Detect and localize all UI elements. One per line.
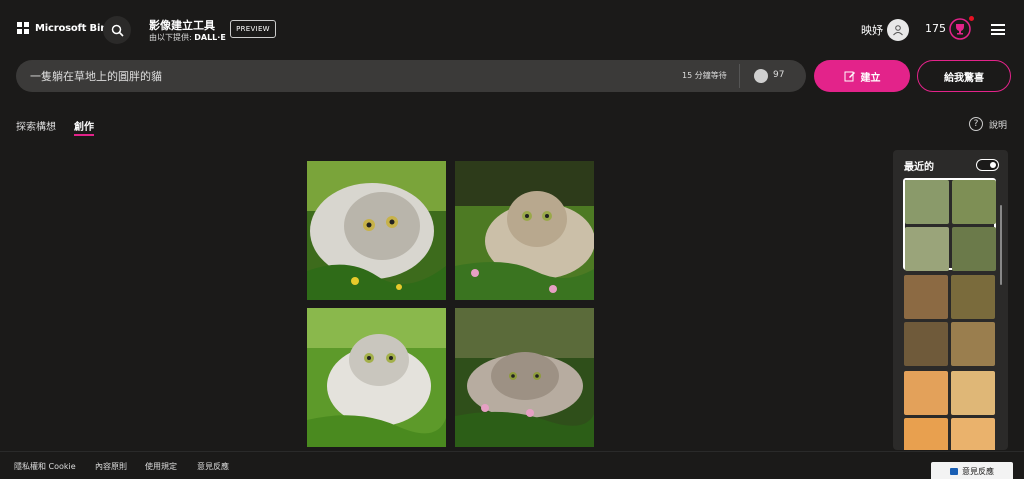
hamburger-menu-icon[interactable]: [991, 24, 1005, 35]
recent-toggle[interactable]: [976, 159, 999, 171]
prompt-input[interactable]: [30, 60, 630, 92]
tab-creations[interactable]: 創作: [74, 118, 94, 133]
cat-on-grass-image: [455, 308, 594, 447]
recent-panel: 最近的: [893, 150, 1008, 450]
create-pencil-icon: [844, 71, 855, 82]
feedback-link[interactable]: 意見反應: [197, 461, 229, 472]
cat-on-grass-image: [307, 308, 446, 447]
privacy-cookies-link[interactable]: 隱私權和 Cookie: [14, 461, 76, 472]
search-icon: [111, 24, 124, 37]
recent-thumbnail: [904, 275, 948, 319]
rewards-trophy-icon[interactable]: [948, 17, 972, 41]
recent-set-2[interactable]: [903, 274, 996, 366]
recent-thumbnail: [951, 371, 995, 415]
recent-thumbnail: [952, 227, 996, 271]
create-button[interactable]: 建立: [814, 60, 910, 92]
prompt-bar: 15 分鐘等待 97: [16, 60, 806, 92]
recent-title: 最近的: [904, 162, 934, 173]
notification-dot: [969, 16, 974, 21]
content-policy-link[interactable]: 內容原則: [95, 461, 127, 472]
user-name[interactable]: 映妤: [861, 22, 883, 38]
preview-badge: PREVIEW: [230, 20, 276, 38]
recent-thumbnail: [951, 275, 995, 319]
tab-explore-ideas[interactable]: 探索構想: [16, 118, 56, 133]
search-button[interactable]: [103, 16, 131, 44]
user-avatar-icon[interactable]: [887, 19, 909, 41]
help-question-icon: ?: [969, 117, 983, 131]
help-label: 說明: [989, 120, 1008, 131]
footer: 隱私權和 Cookie 內容原則 使用規定 意見反應 意見反應: [0, 451, 1024, 479]
recent-thumbnail: [905, 180, 949, 224]
help-link[interactable]: ? 說明: [969, 117, 1007, 131]
provider-prefix: 由以下提供:: [149, 33, 192, 42]
provider-name: DALL·E: [194, 33, 226, 42]
generated-image-1[interactable]: [307, 161, 446, 300]
app-title: 影像建立工具: [149, 19, 215, 32]
generated-image-3[interactable]: [307, 308, 446, 447]
divider: [739, 64, 740, 88]
boost-count: 97: [773, 70, 785, 80]
recent-thumbnail: [952, 180, 996, 224]
feedback-button-label: 意見反應: [962, 466, 994, 476]
recent-set-3[interactable]: [903, 370, 996, 450]
wait-time-text: 15 分鐘等待: [682, 71, 727, 80]
microsoft-bing-logo[interactable]: Microsoft Bing: [17, 22, 114, 34]
provider-credit: 由以下提供: DALL·E: [149, 32, 226, 43]
recent-thumbnail: [951, 418, 995, 450]
generated-image-2[interactable]: [455, 161, 594, 300]
recent-thumbnail: [904, 418, 948, 450]
recent-thumbnail: [951, 322, 995, 366]
recent-scrollbar[interactable]: [1000, 205, 1002, 285]
active-tab-indicator: [74, 134, 94, 136]
top-header: Microsoft Bing 影像建立工具 由以下提供: DALL·E PREV…: [0, 0, 1024, 60]
generated-image-4[interactable]: [455, 308, 594, 447]
toggle-knob: [990, 162, 996, 168]
create-button-label: 建立: [860, 72, 881, 84]
cat-on-grass-image: [307, 161, 446, 300]
rewards-points[interactable]: 175: [925, 22, 946, 35]
recent-thumbnail: [904, 322, 948, 366]
cat-on-grass-image: [455, 161, 594, 300]
recent-thumbnail: [905, 227, 949, 271]
recent-thumbnail: [904, 371, 948, 415]
feedback-button[interactable]: 意見反應: [931, 462, 1013, 479]
microsoft-logo-icon: [17, 22, 29, 34]
boost-coin-icon: [754, 69, 768, 83]
feedback-chat-icon: [950, 467, 958, 475]
terms-of-use-link[interactable]: 使用規定: [145, 461, 177, 472]
surprise-me-button[interactable]: 給我驚喜: [917, 60, 1011, 92]
recent-set-1[interactable]: [903, 178, 996, 271]
